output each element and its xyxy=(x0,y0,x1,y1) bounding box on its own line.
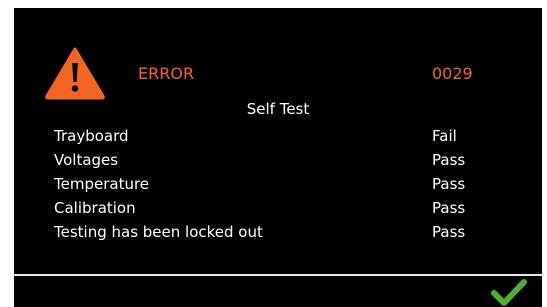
result-status: Pass xyxy=(432,199,466,217)
result-name: Calibration xyxy=(54,199,136,217)
checkmark-icon xyxy=(491,279,527,306)
result-status: Pass xyxy=(432,223,466,241)
warning-triangle-icon xyxy=(44,46,106,100)
error-code: 0029 xyxy=(432,64,473,83)
self-test-title: Self Test xyxy=(246,100,310,118)
result-row-calibration: Calibration Pass xyxy=(54,196,494,220)
footer-divider xyxy=(14,274,542,276)
result-name: Trayboard xyxy=(54,127,129,145)
error-label: ERROR xyxy=(138,64,195,83)
result-name: Voltages xyxy=(54,151,119,169)
result-row-voltages: Voltages Pass xyxy=(54,148,494,172)
result-row-trayboard: Trayboard Fail xyxy=(54,124,494,148)
result-status: Pass xyxy=(432,151,466,169)
confirm-button[interactable] xyxy=(486,278,530,307)
result-row-temperature: Temperature Pass xyxy=(54,172,494,196)
error-screen: ERROR 0029 Self Test Trayboard Fail Volt… xyxy=(14,8,542,307)
result-name: Temperature xyxy=(54,175,150,193)
self-test-results: Trayboard Fail Voltages Pass Temperature… xyxy=(54,124,494,244)
result-status: Pass xyxy=(432,175,466,193)
result-status: Fail xyxy=(432,127,457,145)
result-name: Testing has been locked out xyxy=(54,223,263,241)
result-row-testing-locked-out: Testing has been locked out Pass xyxy=(54,220,494,244)
